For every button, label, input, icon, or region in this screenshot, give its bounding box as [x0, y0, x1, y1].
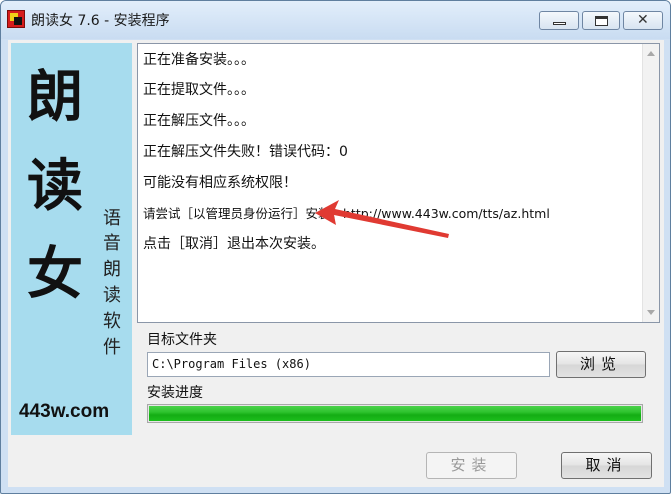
tagline-char-4: 读 [103, 285, 121, 306]
window-client-area: 朗 读 女 语 音 朗 读 软 件 443w.com 正在准备安装。。。 正在提… [8, 40, 664, 487]
installer-window: 朗读女 7.6 - 安装程序 ✕ 朗 读 女 语 音 朗 读 软 件 443w.… [0, 0, 671, 494]
log-line: 点击［取消］退出本次安装。 [143, 236, 325, 252]
minimize-button[interactable] [539, 11, 579, 30]
scroll-down-icon[interactable] [647, 310, 655, 315]
log-line: 可能没有相应系统权限！ [143, 175, 297, 191]
title-bar[interactable]: 朗读女 7.6 - 安装程序 ✕ [1, 1, 670, 39]
tagline-char-2: 音 [103, 233, 121, 254]
brand-char-2: 读 [27, 154, 83, 219]
target-folder-label: 目标文件夹 [147, 332, 217, 348]
window-title: 朗读女 7.6 - 安装程序 [31, 13, 170, 29]
tagline-char-5: 软 [103, 311, 121, 332]
log-line: 正在提取文件。。。 [143, 82, 255, 98]
maximize-icon [595, 16, 608, 26]
progress-fill [149, 406, 641, 421]
brand-char-3: 女 [27, 242, 83, 307]
annotation-arrow-shape [315, 200, 449, 238]
browse-button[interactable]: 浏览 [556, 351, 646, 378]
brand-char-1: 朗 [27, 65, 83, 130]
minimize-icon [553, 22, 566, 25]
install-path-input[interactable]: C:\Program Files (x86) [147, 352, 550, 377]
website-label: 443w.com [19, 401, 110, 422]
tagline-char-1: 语 [103, 208, 121, 229]
maximize-button[interactable] [582, 11, 620, 30]
log-line: 正在准备安装。。。 [143, 52, 255, 68]
tagline-char-3: 朗 [103, 259, 121, 280]
scroll-up-icon[interactable] [647, 51, 655, 56]
install-log[interactable]: 正在准备安装。。。 正在提取文件。。。 正在解压文件。。。 正在解压文件失败！错… [137, 43, 660, 323]
tagline-char-6: 件 [103, 337, 121, 358]
annotation-arrow [315, 200, 449, 238]
cancel-button[interactable]: 取消 [561, 452, 652, 479]
app-icon [7, 10, 25, 28]
log-scrollbar[interactable] [642, 44, 659, 322]
close-button[interactable]: ✕ [623, 11, 663, 30]
progress-label: 安装进度 [147, 385, 203, 401]
log-line: 正在解压文件失败！错误代码：0 [143, 144, 348, 160]
install-button[interactable]: 安装 [426, 452, 517, 479]
install-progress-bar [147, 404, 643, 423]
log-line: 正在解压文件。。。 [143, 113, 255, 129]
brand-sidebar: 朗 读 女 语 音 朗 读 软 件 443w.com [11, 43, 132, 435]
close-icon: ✕ [637, 12, 649, 28]
